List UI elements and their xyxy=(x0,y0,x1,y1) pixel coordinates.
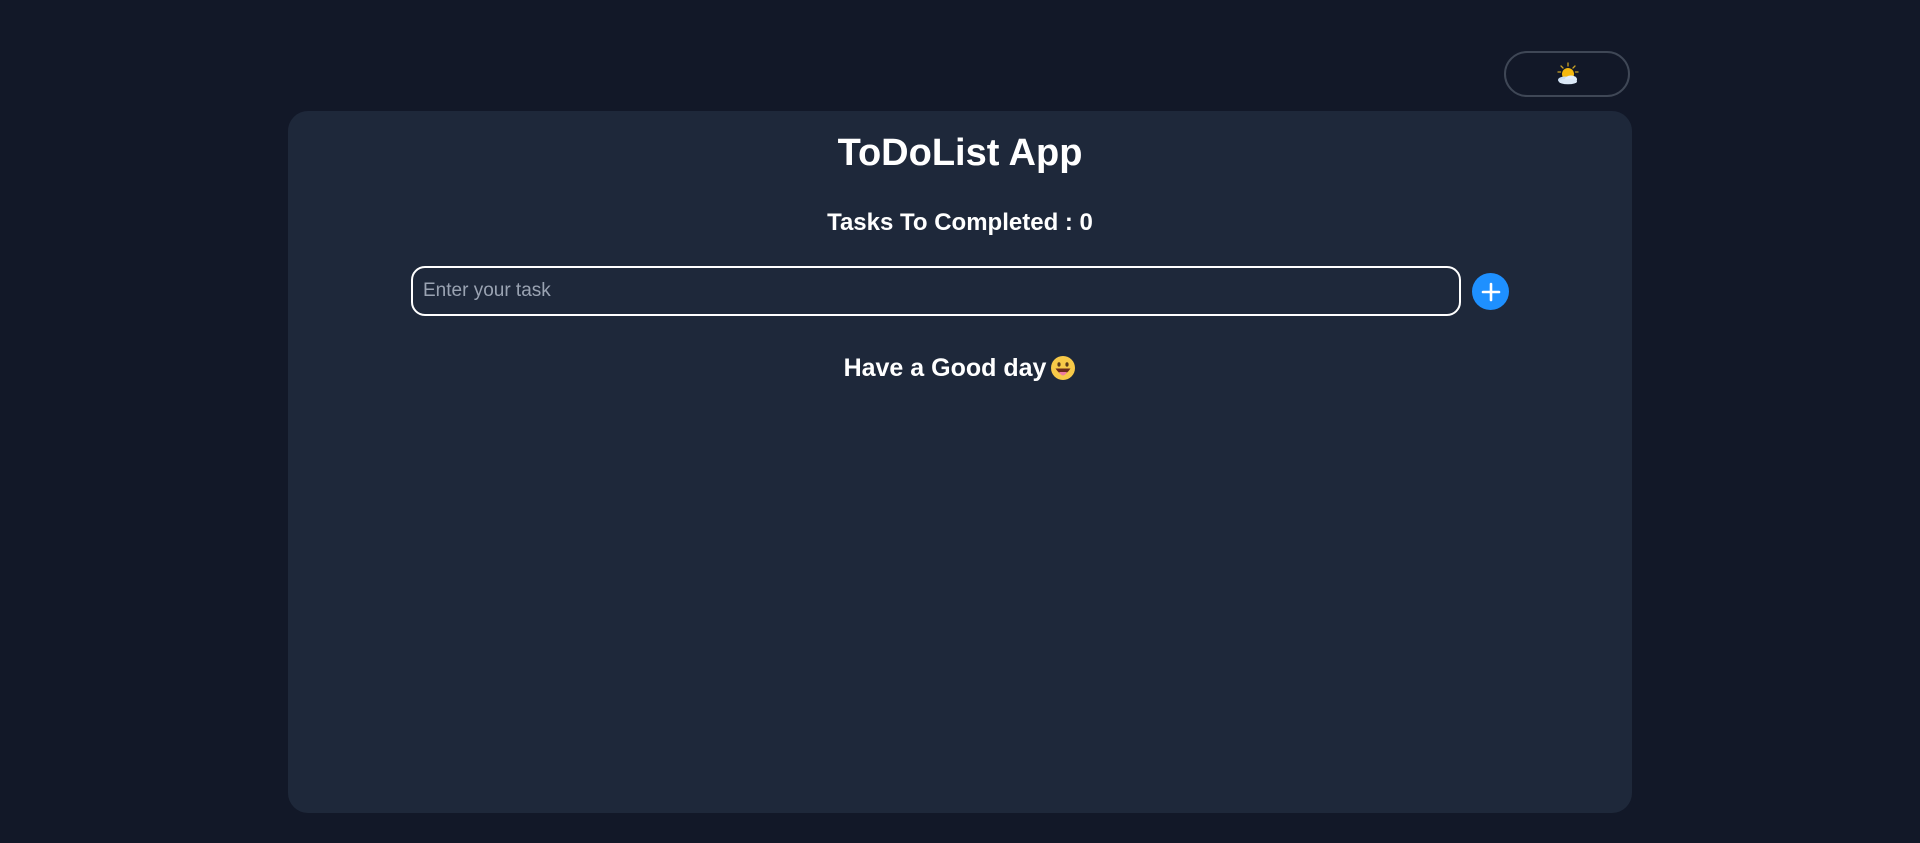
todo-card: ToDoList App Tasks To Completed : 0 Have… xyxy=(288,111,1632,813)
task-counter: Tasks To Completed : 0 xyxy=(827,209,1093,236)
page: ToDoList App Tasks To Completed : 0 Have… xyxy=(0,0,1920,843)
grinning-face-with-tongue-icon xyxy=(1051,356,1076,380)
greeting-text: Have a Good day xyxy=(843,354,1047,382)
add-task-button[interactable] xyxy=(1472,273,1509,310)
app-title: ToDoList App xyxy=(837,132,1083,174)
plus-icon xyxy=(1481,282,1500,301)
theme-toggle-button[interactable] xyxy=(1504,51,1630,97)
sun-behind-cloud-icon xyxy=(1557,62,1579,85)
task-input[interactable] xyxy=(411,266,1461,316)
greeting-message: Have a Good day xyxy=(288,353,1632,383)
